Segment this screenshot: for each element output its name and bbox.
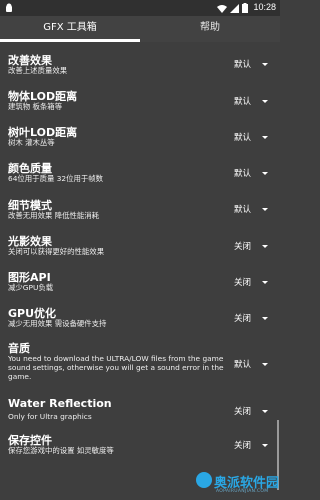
setting-desc: 树木 灌木丛等 bbox=[8, 138, 55, 147]
watermark: 奥派软件园 AOPAIRUANJIAN.COM bbox=[194, 470, 279, 498]
status-bar: 10:28 bbox=[0, 0, 280, 16]
dropdown-arrow-icon[interactable] bbox=[262, 281, 268, 284]
setting-desc: 减少GPU负载 bbox=[8, 283, 54, 292]
setting-value-dropdown[interactable]: 关闭 bbox=[234, 240, 251, 252]
setting-desc: You need to download the ULTRA/LOW files… bbox=[8, 354, 224, 381]
dropdown-arrow-icon[interactable] bbox=[262, 444, 268, 447]
dropdown-arrow-icon[interactable] bbox=[262, 63, 268, 66]
setting-value-dropdown[interactable]: 默认 bbox=[234, 95, 251, 107]
setting-title: Water Reflection bbox=[8, 397, 112, 410]
setting-desc: 改善上述质量效果 bbox=[8, 66, 68, 75]
battery-icon bbox=[242, 3, 248, 13]
setting-value-dropdown[interactable]: 默认 bbox=[234, 167, 251, 179]
watermark-logo-icon bbox=[196, 472, 212, 488]
setting-value-dropdown[interactable]: 关闭 bbox=[234, 405, 251, 417]
setting-desc: 建筑物 板条箱等 bbox=[8, 102, 63, 111]
dropdown-arrow-icon[interactable] bbox=[262, 363, 268, 366]
watermark-url: AOPAIRUANJIAN.COM bbox=[216, 489, 269, 494]
settings-list[interactable]: 改善效果 改善上述质量效果 默认 物体LOD距离 建筑物 板条箱等 默认 树叶L… bbox=[0, 42, 280, 500]
dropdown-arrow-icon[interactable] bbox=[262, 245, 268, 248]
dropdown-arrow-icon[interactable] bbox=[262, 172, 268, 175]
setting-value-dropdown[interactable]: 关闭 bbox=[234, 276, 251, 288]
dropdown-arrow-icon[interactable] bbox=[262, 100, 268, 103]
clock: 10:28 bbox=[253, 2, 276, 12]
setting-desc: 关闭可以获得更好的性能效果 bbox=[8, 247, 105, 256]
signal-icon bbox=[230, 3, 239, 13]
setting-value-dropdown[interactable]: 默认 bbox=[234, 358, 251, 370]
setting-desc: 64位用于质量 32位用于帧数 bbox=[8, 174, 104, 183]
setting-value-dropdown[interactable]: 默认 bbox=[234, 131, 251, 143]
dropdown-arrow-icon[interactable] bbox=[262, 317, 268, 320]
setting-desc: 减少无用效果 需设备硬件支持 bbox=[8, 319, 107, 328]
setting-value-dropdown[interactable]: 关闭 bbox=[234, 439, 251, 451]
android-icon bbox=[6, 3, 12, 12]
setting-value-dropdown[interactable]: 默认 bbox=[234, 58, 251, 70]
setting-value-dropdown[interactable]: 关闭 bbox=[234, 312, 251, 324]
setting-desc: 改善无用效果 降低性能消耗 bbox=[8, 211, 100, 220]
dropdown-arrow-icon[interactable] bbox=[262, 410, 268, 413]
setting-value-dropdown[interactable]: 默认 bbox=[234, 203, 251, 215]
tab-help[interactable]: 帮助 bbox=[140, 16, 280, 42]
setting-desc: Only for Ultra graphics bbox=[8, 412, 92, 421]
dropdown-arrow-icon[interactable] bbox=[262, 208, 268, 211]
wifi-icon bbox=[217, 4, 227, 13]
dropdown-arrow-icon[interactable] bbox=[262, 136, 268, 139]
setting-desc: 保存您游戏中的设置 如灵敏度等 bbox=[8, 446, 114, 455]
